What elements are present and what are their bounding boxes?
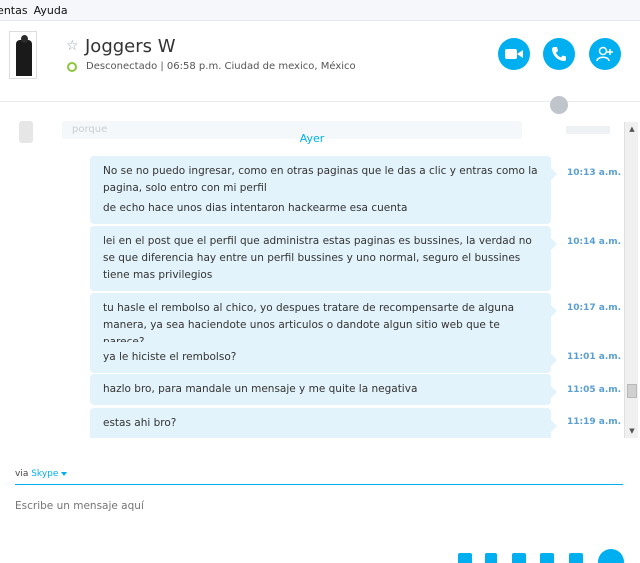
bubble-tail [551, 238, 557, 250]
add-person-icon [596, 46, 613, 62]
message-history[interactable]: porque Ayer No se no puedo ingresar, com… [0, 118, 624, 438]
message-bubble[interactable]: estas ahi bro? [90, 408, 557, 438]
bubble-tail [551, 168, 557, 180]
scroll-up-arrow-icon[interactable]: ▲ [625, 122, 639, 136]
contact-status: Desconectado [86, 61, 158, 72]
contact-details: | 06:58 p.m. Ciudad de mexico, México [160, 61, 356, 72]
via-selector[interactable]: via Skype [15, 469, 68, 479]
date-separator: Ayer [299, 132, 325, 145]
message-bubble[interactable]: No se no puedo ingresar, como en otras p… [90, 156, 557, 224]
message-time: 10:13 a.m. [567, 168, 622, 178]
contacts-card-icon[interactable] [540, 553, 554, 563]
message-time: 11:05 a.m. [567, 385, 622, 395]
message-text: No se no puedo ingresar, como en otras p… [103, 165, 538, 194]
message-bubble[interactable]: ya le hiciste el rembolso? [90, 342, 557, 373]
scrollbar-thumb[interactable] [627, 384, 637, 398]
menu-item-herramientas[interactable]: ientas [0, 4, 34, 17]
call-button[interactable] [543, 38, 575, 70]
message-time: 10:17 a.m. [567, 303, 622, 313]
video-camera-icon [505, 49, 523, 59]
scroll-down-arrow-icon[interactable]: ▼ [625, 424, 639, 438]
message-text: hazlo bro, para mandale un mensaje y me … [103, 383, 418, 395]
bubble-tail [551, 420, 557, 432]
phone-icon [552, 47, 566, 61]
message-text: ya le hiciste el rembolso? [103, 351, 237, 363]
file-icon[interactable] [485, 553, 497, 563]
presence-offline-icon [67, 62, 77, 72]
message-time: 10:14 a.m. [567, 237, 622, 247]
video-call-button[interactable] [498, 38, 530, 70]
message-bubble[interactable]: hazlo bro, para mandale un mensaje y me … [90, 374, 557, 405]
bubble-tail [551, 305, 557, 317]
message-input[interactable] [15, 500, 615, 512]
avatar-figure [16, 40, 32, 76]
message-text: estas ahi bro? [103, 417, 177, 429]
chevron-down-icon [61, 471, 68, 476]
via-label: via [15, 469, 29, 479]
add-contact-button[interactable] [589, 38, 621, 70]
avatar-figure-head [21, 35, 28, 43]
message-text: lei en el post que el perfil que adminis… [103, 235, 532, 281]
message-bubble[interactable]: lei en el post que el perfil que adminis… [90, 226, 557, 291]
compose-divider [15, 484, 623, 485]
video-message-icon[interactable] [512, 553, 526, 563]
chat-scrollbar[interactable]: ▲ ▼ [624, 122, 638, 438]
contact-avatar[interactable] [9, 31, 37, 79]
contact-name[interactable]: Joggers W [85, 36, 176, 57]
bubble-tail [551, 386, 557, 398]
send-button[interactable] [598, 549, 624, 563]
globe-icon[interactable] [550, 96, 568, 114]
bubble-tail [551, 354, 557, 366]
message-time: 11:01 a.m. [567, 352, 622, 362]
menu-bar: ientas Ayuda [0, 0, 640, 21]
emoticon-icon[interactable] [569, 553, 583, 563]
conversation-header: ☆ Joggers W Desconectado | 06:58 p.m. Ci… [0, 22, 640, 102]
contact-status-line: Desconectado | 06:58 p.m. Ciudad de mexi… [86, 61, 356, 72]
message-time: 11:19 a.m. [567, 417, 622, 427]
menu-item-ayuda[interactable]: Ayuda [34, 4, 74, 17]
favorite-star-icon[interactable]: ☆ [66, 38, 79, 54]
via-service: Skype [31, 469, 59, 479]
message-text: de echo hace unos dias intentaron hackea… [103, 202, 408, 214]
camera-icon[interactable] [458, 553, 472, 563]
